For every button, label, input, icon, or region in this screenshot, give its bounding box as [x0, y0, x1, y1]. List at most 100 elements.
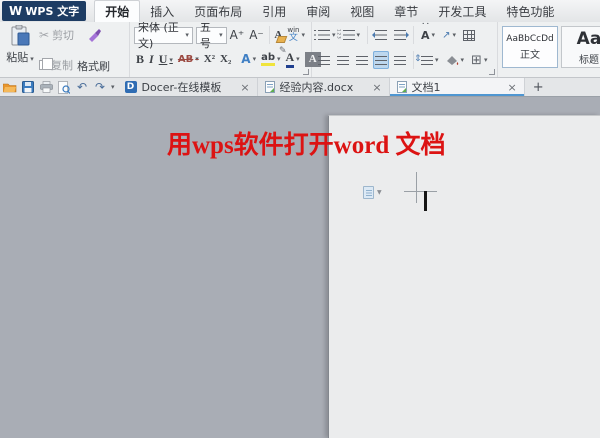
asian-layout-button[interactable]: ↗	[440, 26, 458, 44]
paste-options-icon	[363, 186, 374, 199]
doctab-document1[interactable]: 文档1 ×	[389, 78, 525, 96]
borders-button[interactable]	[469, 51, 489, 69]
document-canvas: 用wps软件打开word 文档 ▼	[0, 97, 600, 438]
print-preview-button[interactable]	[57, 80, 71, 94]
tab-page-layout[interactable]: 页面布局	[184, 0, 252, 22]
line-spacing-icon	[414, 54, 433, 65]
new-tab-button[interactable]: +	[525, 78, 552, 96]
document-tab-bar: ▾ D Docer-在线模板 × 经验内容.docx × 文档1 × +	[0, 78, 600, 97]
justify-button[interactable]	[373, 51, 389, 69]
underline-button[interactable]: U	[157, 50, 175, 68]
folder-icon	[3, 83, 17, 92]
clipboard-icon	[10, 25, 30, 47]
chevron-down-icon: ▾	[185, 31, 189, 39]
ribbon-tab-strip: 开始 插入 页面布局 引用 审阅 视图 章节 开发工具 特色功能	[94, 0, 564, 22]
document-icon	[264, 81, 275, 93]
document-page[interactable]	[328, 115, 600, 438]
grow-font-button[interactable]: A⁺	[228, 26, 247, 44]
font-size-select[interactable]: 五号 ▾	[195, 22, 227, 50]
undo-button[interactable]	[75, 80, 89, 94]
app-title: WPS 文字	[25, 5, 80, 18]
bullet-list-button[interactable]	[314, 26, 338, 44]
copy-icon	[39, 58, 53, 70]
quick-access-dropdown[interactable]: ▾	[111, 83, 115, 91]
printer-icon	[39, 81, 53, 93]
chevron-down-icon: ▾	[219, 31, 223, 39]
align-center-button[interactable]	[335, 51, 351, 69]
style-normal[interactable]: AaBbCcDd 正文	[502, 26, 558, 68]
pinyin-icon: win 文	[287, 26, 300, 43]
highlight-button[interactable]: ab	[259, 46, 287, 68]
superscript-button[interactable]: X²	[202, 50, 217, 68]
clear-formatting-button[interactable]: A	[272, 26, 284, 44]
subscript-button[interactable]: X₂	[218, 50, 233, 68]
doctab-docer[interactable]: D Docer-在线模板 ×	[118, 78, 258, 96]
margin-crop-mark-horizontal	[404, 191, 437, 192]
align-right-button[interactable]	[354, 51, 370, 69]
annotation-text: 用wps软件打开word 文档	[167, 132, 446, 159]
quick-access-toolbar: ▾	[0, 78, 118, 96]
paste-button[interactable]: 粘贴	[4, 25, 36, 75]
format-painter-button[interactable]: 格式刷	[77, 25, 110, 75]
align-left-button[interactable]	[316, 51, 332, 69]
tab-view[interactable]: 视图	[340, 0, 384, 22]
margin-crop-mark-vertical	[416, 172, 417, 203]
strikethrough-button[interactable]: AB	[176, 50, 201, 68]
align-right-icon	[356, 55, 368, 65]
shrink-font-button[interactable]: A⁻	[247, 26, 266, 44]
pinyin-guide-button[interactable]: win 文	[285, 26, 307, 44]
increase-indent-icon	[394, 30, 410, 40]
close-tab-icon[interactable]: ×	[372, 81, 381, 94]
justify-icon	[375, 55, 387, 65]
style-heading[interactable]: Aa 标题	[561, 26, 600, 68]
decrease-indent-button[interactable]	[372, 26, 389, 44]
tab-home[interactable]: 开始	[94, 0, 141, 22]
font-dialog-launcher-icon[interactable]	[303, 69, 309, 75]
wps-logo-button[interactable]: W WPS 文字 ▾	[2, 1, 432, 114]
save-button[interactable]	[21, 80, 35, 94]
scissors-icon	[39, 28, 49, 42]
close-tab-icon[interactable]: ×	[508, 81, 517, 94]
tab-special-features[interactable]: 特色功能	[496, 0, 564, 22]
tab-review[interactable]: 审阅	[296, 0, 340, 22]
bold-button[interactable]: B	[134, 50, 146, 68]
copy-button[interactable]: 复制	[39, 57, 74, 73]
increase-indent-button[interactable]	[392, 26, 410, 44]
wps-w-icon: W	[9, 4, 22, 18]
document-icon	[396, 81, 407, 93]
tab-insert[interactable]: 插入	[140, 0, 184, 22]
numbered-list-button[interactable]	[337, 26, 363, 44]
print-button[interactable]	[39, 80, 53, 94]
font-family-select[interactable]: 宋体 (正文) ▾	[134, 22, 193, 50]
shading-button[interactable]	[444, 51, 467, 69]
align-left-icon	[318, 55, 330, 65]
open-button[interactable]	[3, 80, 17, 94]
tab-references[interactable]: 引用	[252, 0, 296, 22]
doctab-jingyan[interactable]: 经验内容.docx ×	[258, 78, 390, 96]
save-icon	[22, 81, 34, 93]
paste-options-button[interactable]: ▼	[363, 186, 382, 199]
cut-button[interactable]: 剪切	[39, 27, 74, 43]
clipboard-group: 粘贴 剪切 复制 格式刷	[0, 22, 130, 77]
paragraph-dialog-launcher-icon[interactable]	[489, 69, 495, 75]
italic-button[interactable]: I	[147, 50, 156, 68]
font-group: 宋体 (正文)▾ 五号▾ A⁺ A⁻ A win 文 B I U AB X² X…	[130, 22, 321, 77]
text-tools-button[interactable]: A	[419, 23, 437, 44]
line-spacing-button[interactable]	[414, 51, 441, 69]
tab-developer[interactable]: 开发工具	[428, 0, 496, 22]
docer-icon: D	[124, 81, 137, 93]
tab-section[interactable]: 章节	[384, 0, 428, 22]
diagonal-arrow-icon: ↗	[442, 29, 451, 41]
text-tool-icon: A	[421, 23, 430, 42]
align-center-icon	[337, 55, 349, 65]
text-caret	[424, 191, 427, 211]
distribute-button[interactable]	[392, 51, 408, 69]
bullet-list-icon	[314, 30, 330, 40]
close-tab-icon[interactable]: ×	[240, 81, 249, 94]
paste-label: 粘贴	[6, 49, 34, 65]
grid-icon	[462, 29, 475, 41]
text-effects-button[interactable]: A	[239, 50, 258, 68]
grid-settings-button[interactable]	[461, 26, 477, 44]
redo-button[interactable]	[93, 80, 107, 94]
decrease-indent-icon	[372, 30, 388, 40]
